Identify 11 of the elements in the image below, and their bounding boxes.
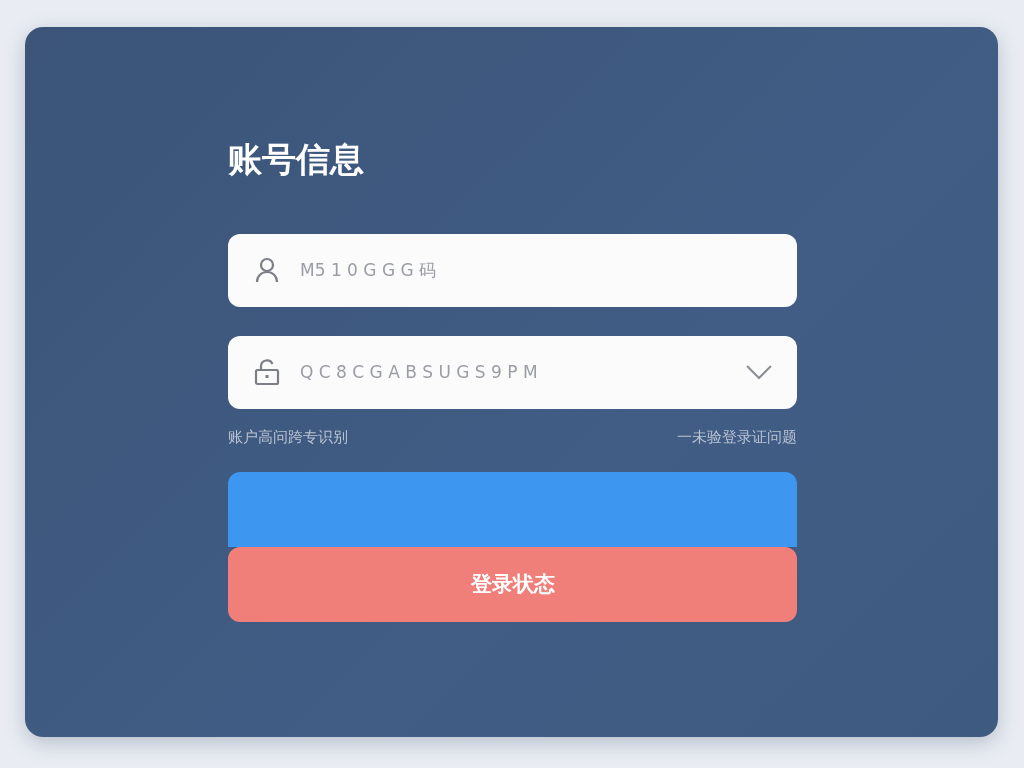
chevron-down-icon[interactable] <box>745 364 773 381</box>
login-button[interactable]: 登录状态 <box>228 547 797 623</box>
text-input[interactable]: M5 1 0 G G G 码 <box>298 256 773 285</box>
user-icon <box>254 256 280 285</box>
link[interactable]: 账户高问跨专识别 <box>228 425 348 449</box>
page-title: 账号信息 <box>228 139 365 180</box>
link[interactable]: 一未验登录证问题 <box>677 425 797 449</box>
lock-icon <box>254 358 280 387</box>
input-field[interactable]: Q C 8 C G A B S U G S 9 P M <box>228 335 797 409</box>
input-field[interactable]: M5 1 0 G G G 码 <box>228 233 797 307</box>
text-input[interactable]: Q C 8 C G A B S U G S 9 P M <box>298 358 727 387</box>
